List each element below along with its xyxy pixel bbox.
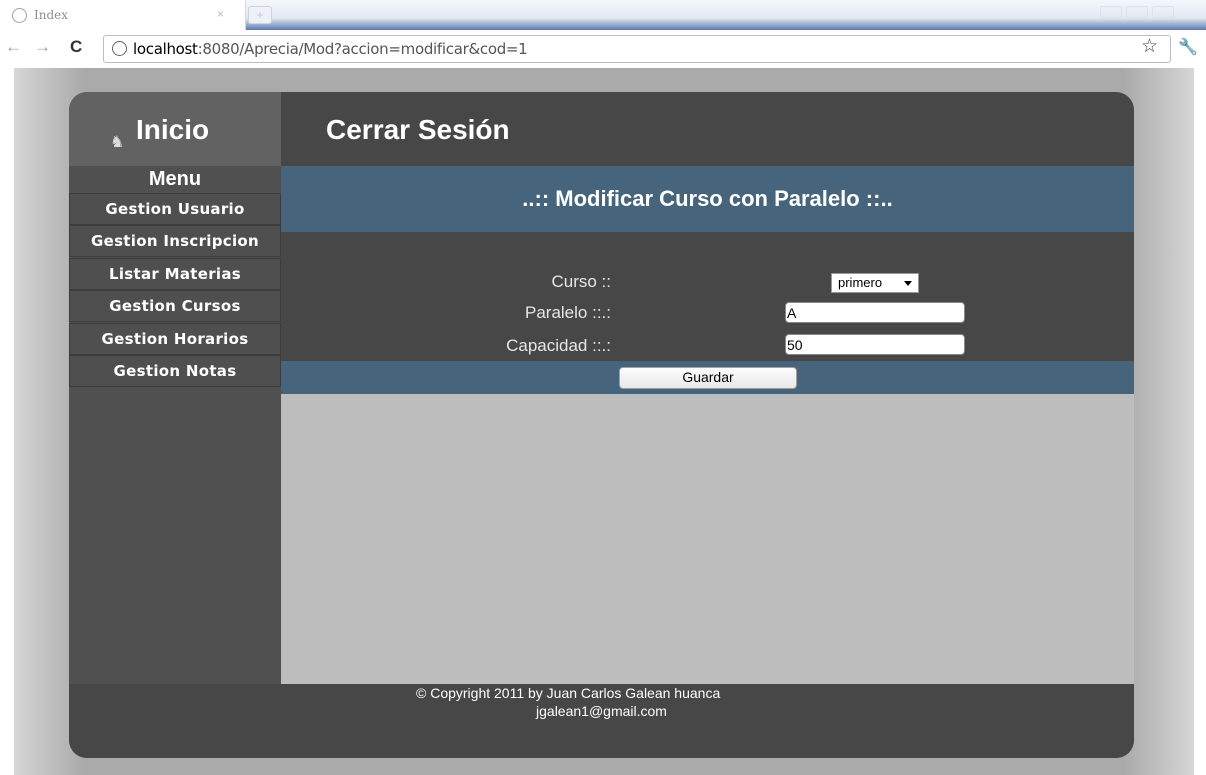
- bookmark-star-icon[interactable]: ☆: [1141, 35, 1158, 58]
- chevron-down-icon: [904, 281, 912, 286]
- sidebar-item-gestion-inscripcion[interactable]: Gestion Inscripcion: [69, 225, 281, 257]
- curso-label: Curso ::: [551, 272, 611, 291]
- back-arrow-icon[interactable]: ←: [5, 37, 22, 57]
- tab-title: Index: [34, 8, 69, 22]
- globe-icon: [112, 41, 127, 56]
- person-icon: ♞: [110, 134, 125, 151]
- sidebar-item-gestion-notas[interactable]: Gestion Notas: [69, 355, 281, 387]
- submit-band: Guardar: [281, 361, 1134, 394]
- capacidad-input[interactable]: [785, 334, 965, 355]
- url-text: localhost:8080/Aprecia/Mod?accion=modifi…: [133, 40, 528, 58]
- inicio-link[interactable]: ♞ Inicio: [69, 92, 281, 166]
- forward-arrow-icon[interactable]: →: [34, 37, 51, 57]
- tab-close-icon[interactable]: ×: [217, 7, 224, 21]
- page-container: ♞ Inicio Cerrar Sesión Menu Gestion Usua…: [69, 92, 1134, 758]
- capacidad-label: Capacidad ::.:: [506, 336, 611, 355]
- modificar-form: Curso :: primero Paralelo ::.: Capacidad…: [281, 232, 1134, 361]
- sidebar-item-gestion-horarios[interactable]: Gestion Horarios: [69, 323, 281, 355]
- sidebar-item-gestion-cursos[interactable]: Gestion Cursos: [69, 290, 281, 322]
- footer-email: jgalean1@gmail.com: [536, 703, 667, 719]
- url-host: localhost: [133, 40, 198, 58]
- url-path: :8080/Aprecia/Mod?accion=modificar&cod=1: [197, 40, 528, 58]
- inicio-label: Inicio: [136, 114, 210, 145]
- guardar-button[interactable]: Guardar: [619, 367, 797, 389]
- wrench-icon[interactable]: 🔧: [1178, 37, 1198, 57]
- minimize-icon[interactable]: [1100, 6, 1122, 18]
- paralelo-label: Paralelo ::.:: [525, 303, 611, 322]
- footer: © Copyright 2011 by Juan Carlos Galean h…: [69, 684, 1134, 758]
- maximize-icon[interactable]: [1126, 6, 1148, 18]
- curso-select[interactable]: primero: [831, 273, 919, 293]
- page-viewport: ♞ Inicio Cerrar Sesión Menu Gestion Usua…: [14, 68, 1194, 775]
- sidebar: Menu Gestion Usuario Gestion Inscripcion…: [69, 166, 281, 684]
- browser-tabstrip: Index × +: [0, 0, 1206, 32]
- new-tab-button[interactable]: +: [248, 6, 272, 24]
- cerrar-sesion-link[interactable]: Cerrar Sesión: [326, 114, 510, 146]
- sidebar-item-listar-materias[interactable]: Listar Materias: [69, 258, 281, 290]
- window-controls: [1096, 5, 1176, 18]
- footer-copyright: © Copyright 2011 by Juan Carlos Galean h…: [416, 685, 721, 701]
- close-window-icon[interactable]: [1152, 6, 1174, 18]
- paralelo-input[interactable]: [785, 302, 965, 323]
- address-bar[interactable]: localhost:8080/Aprecia/Mod?accion=modifi…: [103, 35, 1171, 63]
- menu-title: Menu: [148, 168, 202, 190]
- page-favicon-icon: [12, 8, 27, 23]
- page-title: ..:: Modificar Curso con Paralelo ::..: [281, 166, 1134, 232]
- tabstrip-background: [246, 0, 1206, 30]
- browser-toolbar: ← → C localhost:8080/Aprecia/Mod?accion=…: [0, 32, 1206, 66]
- reload-icon[interactable]: C: [70, 37, 82, 57]
- browser-tab[interactable]: Index ×: [0, 0, 246, 30]
- main-content: ..:: Modificar Curso con Paralelo ::.. C…: [281, 166, 1134, 684]
- sidebar-item-gestion-usuario[interactable]: Gestion Usuario: [69, 193, 281, 225]
- curso-select-value: primero: [838, 275, 883, 290]
